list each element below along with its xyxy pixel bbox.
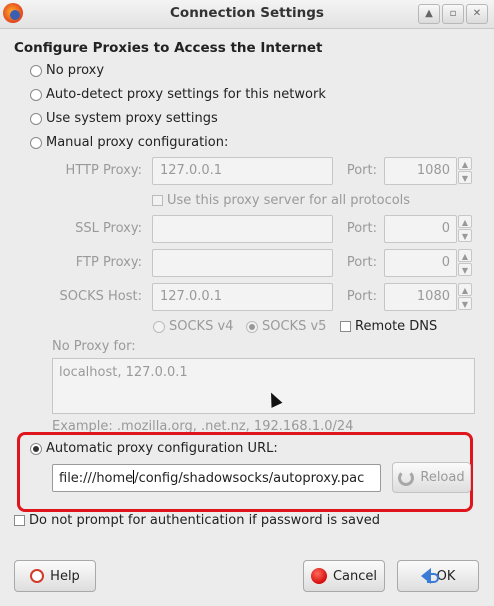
manual-proxy-option[interactable]: Manual proxy configuration: xyxy=(30,135,228,150)
no-auth-prompt-checkbox[interactable] xyxy=(14,515,25,526)
ssl-proxy-label: SSL Proxy: xyxy=(75,221,142,236)
page-title: Configure Proxies to Access the Internet xyxy=(14,40,323,56)
remote-dns-option[interactable]: Remote DNS xyxy=(340,319,437,334)
ssl-proxy-input[interactable] xyxy=(152,215,333,243)
use-for-all-checkbox[interactable] xyxy=(152,195,163,206)
no-proxy-option[interactable]: No proxy xyxy=(30,63,104,78)
title-bar: Connection Settings ▲ ▫ ✕ xyxy=(0,0,494,29)
manual-proxy-label: Manual proxy configuration: xyxy=(46,135,229,150)
socks-port-label: Port: xyxy=(346,289,377,304)
socks-host-input[interactable]: 127.0.0.1 xyxy=(152,283,333,311)
window-controls: ▲ ▫ ✕ xyxy=(418,4,488,24)
restore-icon[interactable]: ▫ xyxy=(442,4,464,24)
system-proxy-label: Use system proxy settings xyxy=(46,111,218,126)
ssl-port-input[interactable]: 0 xyxy=(384,215,457,243)
up-icon[interactable]: ▲ xyxy=(418,4,440,24)
no-proxy-label: No proxy xyxy=(46,63,105,78)
socks-v4-radio[interactable] xyxy=(153,320,165,333)
no-proxy-for-textarea[interactable]: localhost, 127.0.0.1 xyxy=(52,358,475,414)
ftp-proxy-label: FTP Proxy: xyxy=(75,255,142,270)
ftp-port-input[interactable]: 0 xyxy=(384,249,457,277)
ok-arrow-icon xyxy=(420,568,439,584)
system-proxy-option[interactable]: Use system proxy settings xyxy=(30,111,218,126)
help-button[interactable]: Help xyxy=(14,560,96,592)
use-for-all-label: Use this proxy server for all protocols xyxy=(167,193,411,208)
ssl-port-stepper[interactable]: ▲ ▼ xyxy=(458,215,472,243)
ftp-proxy-input[interactable] xyxy=(152,249,333,277)
socks-v4-option[interactable]: SOCKS v4 xyxy=(153,319,233,334)
socks-v5-radio[interactable] xyxy=(246,320,258,333)
remote-dns-checkbox[interactable] xyxy=(340,321,351,332)
use-for-all-option[interactable]: Use this proxy server for all protocols xyxy=(152,193,410,208)
http-port-label: Port: xyxy=(346,163,377,178)
http-port-input[interactable]: 1080 xyxy=(384,157,457,185)
url-text-before-caret: file:///home xyxy=(59,471,134,486)
auto-proxy-url-radio[interactable] xyxy=(30,442,42,455)
help-icon xyxy=(30,569,45,583)
cancel-label: Cancel xyxy=(332,568,378,584)
no-proxy-radio[interactable] xyxy=(30,64,42,77)
http-proxy-label: HTTP Proxy: xyxy=(65,163,142,178)
cancel-icon xyxy=(310,568,327,584)
reload-button[interactable]: Reload xyxy=(392,462,471,493)
socks-port-input[interactable]: 1080 xyxy=(384,283,457,311)
ssl-port-label: Port: xyxy=(346,221,377,236)
no-auth-prompt-label: Do not prompt for authentication if pass… xyxy=(29,513,380,528)
no-proxy-for-label: No Proxy for: xyxy=(52,339,136,354)
ok-label: OK xyxy=(436,568,456,584)
auto-detect-radio[interactable] xyxy=(30,88,42,101)
cancel-button[interactable]: Cancel xyxy=(303,560,385,592)
socks-v4-label: SOCKS v4 xyxy=(169,319,234,334)
ftp-port-stepper[interactable]: ▲ ▼ xyxy=(458,249,472,277)
system-proxy-radio[interactable] xyxy=(30,112,42,125)
url-text-after-caret: /config/shadowsocks/autoproxy.pac xyxy=(134,471,365,486)
socks-host-label: SOCKS Host: xyxy=(59,289,142,304)
http-port-stepper[interactable]: ▲ ▼ xyxy=(458,157,472,185)
socks-v5-option[interactable]: SOCKS v5 xyxy=(246,319,326,334)
manual-proxy-radio[interactable] xyxy=(30,136,42,149)
socks-v5-label: SOCKS v5 xyxy=(262,319,327,334)
auto-proxy-url-option[interactable]: Automatic proxy configuration URL: xyxy=(30,441,278,456)
ftp-port-label: Port: xyxy=(346,255,377,270)
auto-proxy-url-label: Automatic proxy configuration URL: xyxy=(46,441,278,456)
reload-label: Reload xyxy=(420,470,465,485)
http-proxy-input[interactable]: 127.0.0.1 xyxy=(152,157,333,185)
remote-dns-label: Remote DNS xyxy=(355,319,438,334)
socks-port-stepper[interactable]: ▲ ▼ xyxy=(458,283,472,311)
auto-proxy-url-input[interactable]: file:///home/config/shadowsocks/autoprox… xyxy=(52,464,381,492)
reload-icon xyxy=(398,469,415,486)
help-label: Help xyxy=(50,568,80,584)
auto-detect-option[interactable]: Auto-detect proxy settings for this netw… xyxy=(30,87,326,102)
close-icon[interactable]: ✕ xyxy=(466,4,488,24)
auto-detect-label: Auto-detect proxy settings for this netw… xyxy=(46,87,326,102)
ok-button[interactable]: OK xyxy=(397,560,479,592)
no-auth-prompt-option[interactable]: Do not prompt for authentication if pass… xyxy=(14,513,380,528)
